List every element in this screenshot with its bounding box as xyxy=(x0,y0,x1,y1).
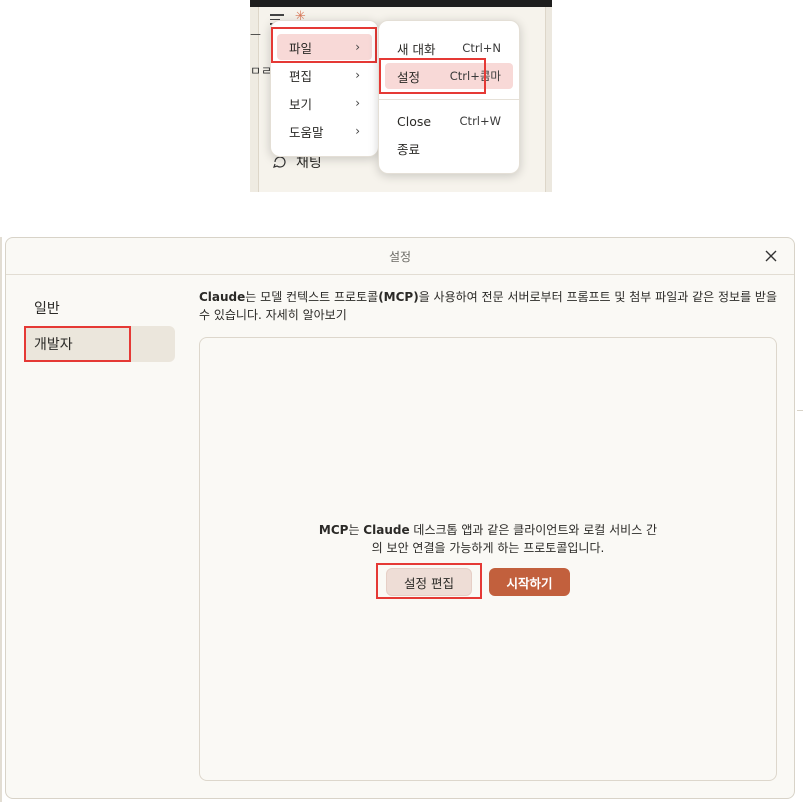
dialog-title: 설정 xyxy=(388,249,412,264)
chevron-right-icon: › xyxy=(355,68,360,82)
sidebar-fragment-mid: ㅁㄹ xyxy=(250,64,273,78)
shortcut-settings: Ctrl+콤마 xyxy=(449,69,501,83)
sidebar-fragment-top: ㅡ xyxy=(250,28,262,42)
menu-item-settings[interactable]: 설정 Ctrl+콤마 xyxy=(385,63,513,89)
desc-part1: 는 모델 컨텍스트 프로토콜 xyxy=(245,290,379,304)
menu-item-edit-label: 편집 xyxy=(289,68,313,84)
menu-item-new-chat-label: 새 대화 xyxy=(397,41,436,57)
app-menu: 파일 › 편집 › 보기 › 도움말 › xyxy=(270,20,379,157)
mcp-description: Claude는 모델 컨텍스트 프로토콜(MCP)을 사용하여 전문 서버로부터… xyxy=(199,288,779,324)
menu-item-new-chat[interactable]: 새 대화 Ctrl+N xyxy=(385,35,513,61)
panel-mcp: MCP xyxy=(318,523,349,537)
nav-item-developer-label: 개발자 xyxy=(34,337,73,353)
shortcut-close: Ctrl+W xyxy=(459,114,501,128)
menu-item-edit[interactable]: 편집 › xyxy=(277,62,372,88)
file-submenu: 새 대화 Ctrl+N 설정 Ctrl+콤마 Close Ctrl+W 종료 xyxy=(378,20,520,174)
menu-item-view[interactable]: 보기 › xyxy=(277,90,372,116)
menu-item-close[interactable]: Close Ctrl+W xyxy=(385,108,513,134)
menu-item-quit-label: 종료 xyxy=(397,141,421,157)
get-started-button[interactable]: 시작하기 xyxy=(489,568,570,596)
edit-config-button[interactable]: 설정 편집 xyxy=(386,568,472,596)
menu-item-quit[interactable]: 종료 xyxy=(385,135,513,161)
window-edge-right xyxy=(797,410,803,411)
menu-item-help-label: 도움말 xyxy=(289,124,324,140)
menu-item-settings-label: 설정 xyxy=(397,69,421,85)
panel-part2: 데스크톱 앱과 같은 클라이언트와 로컬 서비스 간 xyxy=(409,523,658,537)
nav-item-general[interactable]: 일반 xyxy=(24,290,175,326)
window-edge-left xyxy=(0,237,2,802)
mcp-panel: MCP는 Claude 데스크톱 앱과 같은 클라이언트와 로컬 서비스 간 의… xyxy=(199,337,777,781)
settings-dialog: 설정 일반 개발자 Claude는 모델 컨텍스트 프로토콜(MCP)을 사용하… xyxy=(5,237,795,799)
chevron-right-icon: › xyxy=(355,124,360,138)
menu-item-view-label: 보기 xyxy=(289,96,313,112)
desc-brand: Claude xyxy=(199,290,246,304)
title-bar xyxy=(250,0,552,7)
panel-part1: 는 xyxy=(348,523,364,537)
chevron-right-icon: › xyxy=(355,40,360,54)
chevron-right-icon: › xyxy=(355,96,360,110)
nav-item-general-label: 일반 xyxy=(34,301,60,317)
shortcut-new-chat: Ctrl+N xyxy=(462,41,501,55)
desc-mcp: (MCP) xyxy=(378,290,419,304)
menu-item-close-label: Close xyxy=(397,113,432,129)
mcp-empty-message: MCP는 Claude 데스크톱 앱과 같은 클라이언트와 로컬 서비스 간 의… xyxy=(200,521,776,557)
dialog-titlebar: 설정 xyxy=(6,238,794,275)
menu-item-file-label: 파일 xyxy=(289,40,313,56)
app-right-edge xyxy=(545,7,552,192)
menu-item-help[interactable]: 도움말 › xyxy=(277,118,372,144)
panel-line2: 의 보안 연결을 가능하게 하는 프로토콜입니다. xyxy=(371,541,605,555)
menu-item-file[interactable]: 파일 › xyxy=(277,34,372,60)
panel-brand: Claude xyxy=(363,523,410,537)
close-icon[interactable] xyxy=(762,247,780,265)
menu-separator xyxy=(379,99,519,100)
nav-item-developer[interactable]: 개발자 xyxy=(24,326,175,362)
